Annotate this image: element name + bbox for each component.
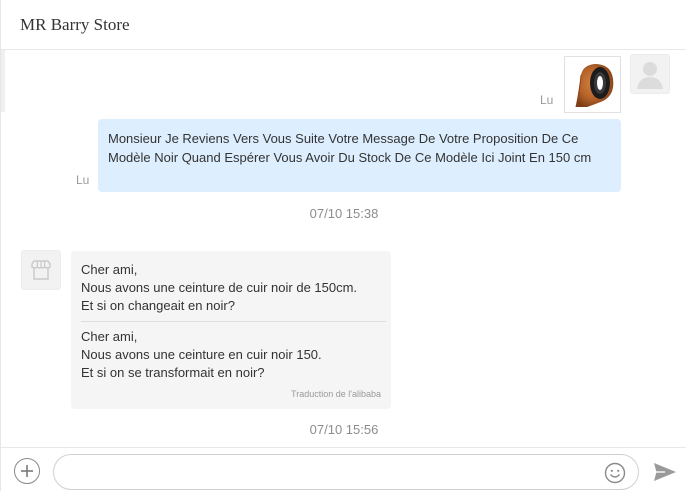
belt-image-message[interactable] (564, 56, 621, 113)
translated-line: Nous avons une ceinture en cuir noir 150… (81, 347, 322, 362)
original-line: Cher ami, (81, 262, 138, 277)
original-line: Nous avons une ceinture de cuir noir de … (81, 280, 358, 295)
message-input[interactable] (53, 454, 639, 490)
store-name-title: MR Barry Store (20, 15, 130, 34)
translated-line: Et si on se transformait en noir? (81, 365, 265, 380)
my-avatar (630, 54, 670, 94)
smiley-icon (604, 462, 626, 484)
add-attachment-button[interactable] (14, 458, 40, 484)
original-line: Et si on changeait en noir? (81, 298, 235, 313)
outgoing-message-bubble[interactable]: Monsieur Je Reviens Vers Vous Suite Votr… (98, 119, 621, 192)
store-avatar (21, 250, 61, 290)
plus-icon (21, 465, 33, 477)
original-message-text: Cher ami, Nous avons une ceinture de cui… (81, 261, 381, 315)
message-composer (1, 447, 686, 491)
send-icon (654, 463, 676, 481)
translation-divider (81, 321, 386, 322)
message-timestamp: 07/10 15:38 (309, 206, 379, 221)
message-list[interactable]: Lu Lu Monsieur Je Reviens Vers Vous Suit… (1, 51, 686, 447)
translated-line: Cher ami, (81, 329, 138, 344)
store-icon (31, 260, 51, 280)
read-status-text: Lu (76, 173, 90, 187)
send-button[interactable] (652, 461, 678, 483)
message-timestamp: 07/10 15:56 (309, 422, 379, 437)
user-silhouette-icon (637, 62, 663, 89)
translation-credit: Traduction de l'alibaba (291, 389, 381, 399)
brown-leather-belt-coil-image (575, 63, 613, 107)
read-status-image: Lu (540, 93, 554, 107)
translated-message-text: Cher ami, Nous avons une ceinture en cui… (81, 328, 381, 382)
chat-header: MR Barry Store (1, 0, 686, 50)
incoming-message-bubble[interactable]: Cher ami, Nous avons une ceinture de cui… (71, 251, 391, 409)
chat-window: MR Barry Store Lu Lu Monsieur Je Reviens… (0, 0, 686, 491)
emoji-button[interactable] (603, 461, 627, 485)
